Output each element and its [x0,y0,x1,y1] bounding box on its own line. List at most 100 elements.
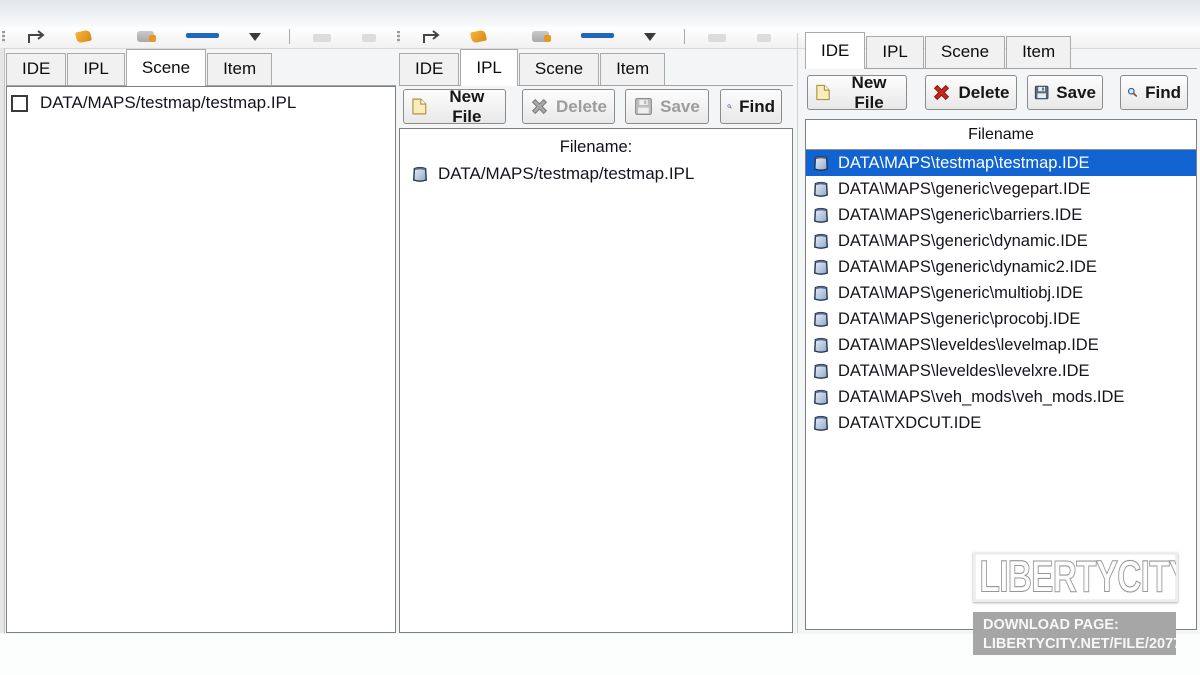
toolbar-group-left [0,27,395,48]
file-path: DATA\MAPS\veh_mods\veh_mods.IDE [838,388,1124,407]
button-label: Save [660,97,700,117]
ghost-button-icon[interactable] [362,34,376,42]
map-editor-window: IDE IPL Scene Item DATA/MAPS/testmap/tes… [0,0,1200,675]
file-page-icon [813,414,829,432]
save-floppy-icon [634,97,653,116]
file-page-icon [813,180,829,198]
ghost-button-icon[interactable] [708,34,726,42]
file-row[interactable]: DATA\TXDCUT.IDE [806,410,1196,436]
file-path: DATA/MAPS/testmap/testmap.IPL [438,164,694,184]
file-path: DATA\MAPS\leveldes\levelmap.IDE [838,336,1099,355]
undo-arrow-icon[interactable] [421,30,445,44]
file-row[interactable]: DATA\MAPS\leveldes\levelxre.IDE [806,358,1196,384]
new-file-icon [410,97,428,116]
file-row[interactable]: DATA\MAPS\generic\multiobj.IDE [806,280,1196,306]
blue-bar-icon[interactable] [581,33,614,38]
file-page-icon [813,206,829,224]
download-page-box: DOWNLOAD PAGE: LIBERTYCITY.NET/FILE/2077… [973,612,1176,655]
file-row[interactable]: DATA\MAPS\generic\dynamic2.IDE [806,254,1196,280]
save-button[interactable]: Save [625,89,709,124]
list-item[interactable]: DATA/MAPS/testmap/testmap.IPL [400,157,792,184]
tab-ide[interactable]: IDE [399,53,459,85]
new-file-button[interactable]: New File [403,89,506,124]
file-page-icon [813,284,829,302]
tab-item[interactable]: Item [207,53,272,85]
tab-scene[interactable]: Scene [519,53,599,85]
find-button[interactable]: Find [1120,75,1188,110]
libertycity-logo: LIBERTYCITY [973,552,1178,602]
tab-scene[interactable]: Scene [925,36,1005,68]
libertycity-logo-text: LIBERTYCITY [975,555,1178,600]
download-page-url: LIBERTYCITY.NET/FILE/207797 [983,635,1176,654]
file-path: DATA\TXDCUT.IDE [838,414,981,433]
new-file-icon [814,83,831,102]
file-page-icon [813,310,829,328]
file-row[interactable]: DATA\MAPS\generic\vegepart.IDE [806,176,1196,202]
file-page-icon [813,362,829,380]
dropdown-chevron-icon[interactable] [249,33,261,41]
file-page-icon [813,232,829,250]
scene-file-list: DATA/MAPS/testmap/testmap.IPL [6,86,396,633]
file-path: DATA\MAPS\generic\multiobj.IDE [838,284,1083,303]
file-path: DATA\MAPS\leveldes\levelxre.IDE [838,362,1090,381]
button-label: New File [838,73,900,113]
button-label: Delete [556,97,607,117]
find-magnifier-icon [1127,83,1138,102]
wrench-icon[interactable] [532,31,549,42]
tab-ipl[interactable]: IPL [67,53,125,85]
right-button-row: New File Delete Save Find [807,75,1188,110]
toolbar-grip [397,31,400,43]
tab-ide[interactable]: IDE [805,32,865,69]
ghost-button-icon[interactable] [757,34,771,42]
file-page-icon [813,336,829,354]
dropdown-chevron-icon[interactable] [644,33,656,41]
middle-button-row: New File Delete Save Find [403,89,782,124]
blue-bar-icon[interactable] [186,33,219,38]
list-item[interactable]: DATA/MAPS/testmap/testmap.IPL [7,87,395,113]
delete-x-icon [530,97,549,116]
filename-column-header[interactable]: Filename [806,120,1196,150]
file-rows: DATA\MAPS\testmap\testmap.IDE DATA\MAPS\… [806,150,1196,436]
delete-button[interactable]: Delete [522,89,615,124]
file-row[interactable]: DATA\MAPS\generic\dynamic.IDE [806,228,1196,254]
file-path: DATA\MAPS\generic\vegepart.IDE [838,180,1091,199]
tab-ipl[interactable]: IPL [866,36,924,68]
file-row[interactable]: DATA\MAPS\leveldes\levelmap.IDE [806,332,1196,358]
pencil-icon[interactable] [470,30,487,44]
file-row[interactable]: DATA\MAPS\generic\barriers.IDE [806,202,1196,228]
file-checkbox[interactable] [11,95,28,112]
tab-ide[interactable]: IDE [6,53,66,85]
toolbar-separator [684,29,685,44]
window-top-strip [0,0,1200,27]
ghost-button-icon[interactable] [313,34,331,42]
file-row[interactable]: DATA\MAPS\veh_mods\veh_mods.IDE [806,384,1196,410]
file-path: DATA\MAPS\generic\dynamic2.IDE [838,258,1097,277]
file-path: DATA\MAPS\generic\barriers.IDE [838,206,1082,225]
new-file-button[interactable]: New File [807,75,907,110]
delete-button[interactable]: Delete [925,75,1017,110]
toolbar-separator [289,29,290,44]
file-page-icon [813,388,829,406]
toolbar-group-middle [395,27,790,48]
window-left-edge [0,48,5,633]
file-path: DATA\MAPS\testmap\testmap.IDE [838,154,1090,173]
undo-arrow-icon[interactable] [26,30,50,44]
save-button[interactable]: Save [1027,75,1103,110]
file-path: DATA\MAPS\generic\dynamic.IDE [838,232,1088,251]
file-row[interactable]: DATA\MAPS\testmap\testmap.IDE [806,150,1196,176]
tab-scene[interactable]: Scene [126,49,206,86]
toolbar-grip [2,31,5,43]
tab-item[interactable]: Item [600,53,665,85]
tab-item[interactable]: Item [1006,36,1071,68]
pencil-icon[interactable] [75,30,92,44]
file-row[interactable]: DATA\MAPS\generic\procobj.IDE [806,306,1196,332]
find-button[interactable]: Find [720,89,782,124]
save-floppy-icon [1034,83,1049,102]
ipl-file-box: Filename: DATA/MAPS/testmap/testmap.IPL [399,128,793,633]
file-path: DATA\MAPS\generic\procobj.IDE [838,310,1080,329]
tab-ipl[interactable]: IPL [460,49,518,86]
delete-x-icon [932,83,951,102]
wrench-icon[interactable] [137,31,154,42]
button-label: Find [1145,83,1181,103]
button-label: Save [1056,83,1096,103]
